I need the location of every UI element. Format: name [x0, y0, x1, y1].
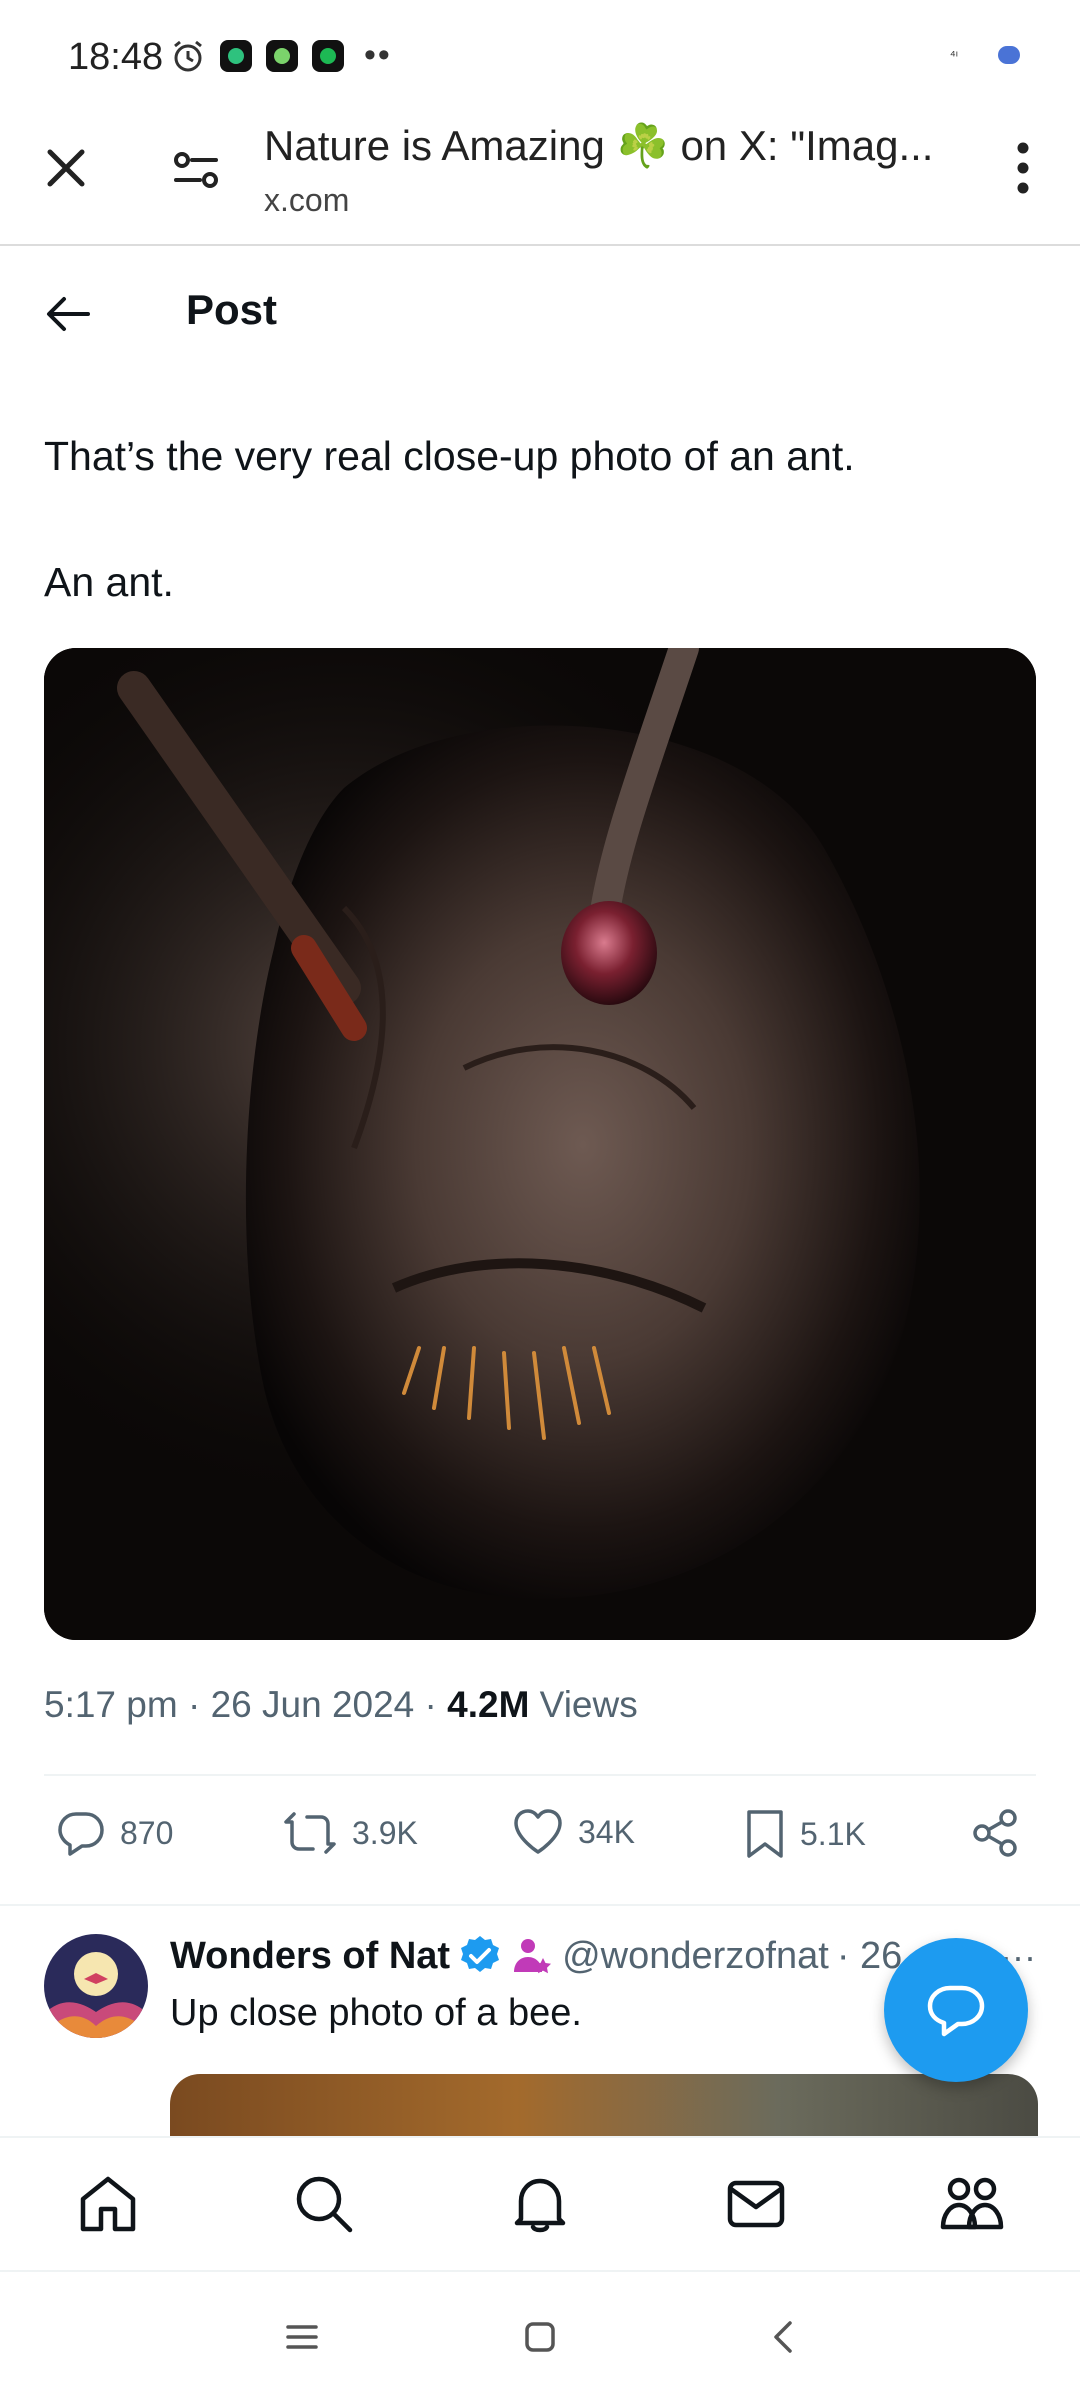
reply-author-name[interactable]: Wonders of Nat — [170, 1935, 450, 1978]
compose-reply-button[interactable] — [884, 1938, 1028, 2082]
chat-bubble-icon — [927, 1985, 985, 2037]
reply-image[interactable] — [170, 2074, 1038, 2136]
bookmark-icon — [747, 1810, 783, 1858]
arrow-left-icon — [47, 297, 90, 331]
like-button[interactable]: 34K — [512, 1808, 635, 1856]
back-nav-button[interactable] — [752, 2312, 812, 2362]
views-label: Views — [529, 1684, 638, 1725]
share-icon — [973, 1809, 1017, 1857]
repost-button[interactable]: 3.9K — [282, 1808, 418, 1858]
like-count: 34K — [578, 1813, 635, 1850]
status-bar: 18:48 •• ⁴ᶦ — [0, 0, 1080, 110]
back-button[interactable] — [40, 286, 96, 342]
nav-messages[interactable] — [720, 2168, 792, 2240]
nav-home[interactable] — [72, 2168, 144, 2240]
recents-icon — [286, 2325, 318, 2349]
repost-count: 3.9K — [352, 1814, 418, 1851]
page-url[interactable]: x.com — [264, 182, 349, 219]
nav-notifications[interactable] — [504, 2168, 576, 2240]
status-icons: •• — [170, 36, 392, 75]
close-button[interactable] — [36, 138, 96, 198]
notifications-icon — [514, 2178, 566, 2233]
divider — [44, 1774, 1036, 1776]
alarm-icon — [170, 38, 206, 74]
status-right: ⁴ᶦ — [950, 46, 1020, 64]
tweet-image[interactable] — [44, 648, 1036, 1640]
repost-icon — [284, 1812, 336, 1854]
bookmark-button[interactable]: 5.1K — [744, 1808, 866, 1860]
reply-header: Wonders of Nat @wonderzofnat · 26 — [170, 1934, 902, 1978]
home-icon — [80, 2176, 136, 2232]
tweet-actions: 870 3.9K 34K 5.1K — [0, 1790, 1080, 1890]
more-menu-button[interactable] — [998, 138, 1048, 198]
ant-photo — [44, 648, 1036, 1640]
page-title[interactable]: Nature is Amazing ☘️ on X: "Imag... — [264, 122, 964, 171]
heart-icon — [514, 1809, 562, 1854]
app-icon — [220, 39, 252, 72]
close-icon — [47, 149, 85, 187]
search-icon — [296, 2176, 353, 2233]
tweet-text-line: That’s the very real close-up photo of a… — [44, 433, 855, 479]
communities-icon — [940, 2177, 1004, 2230]
tune-icon — [174, 152, 218, 188]
reply-count: 870 — [120, 1814, 174, 1851]
app-icon — [266, 39, 298, 72]
recents-button[interactable] — [272, 2312, 332, 2362]
avatar-image — [44, 1934, 148, 2038]
reply-time: · 26 — [836, 1934, 903, 1977]
signal-icon: ⁴ᶦ — [949, 47, 958, 63]
home-button[interactable] — [510, 2312, 570, 2362]
tweet-text-line: An ant. — [44, 559, 174, 605]
overflow-dots: •• — [364, 36, 392, 74]
spotify-icon — [312, 39, 344, 72]
tweet-text: That’s the very real close-up photo of a… — [44, 428, 1034, 680]
verified-icon — [461, 1936, 500, 1972]
home-button-icon — [525, 2322, 555, 2352]
system-nav-bar — [0, 2270, 1080, 2400]
tweet-timestamp: 5:17 pm · 26 Jun 2024 · 4.2M Views — [44, 1684, 638, 1726]
views-count[interactable]: 4.2M — [447, 1684, 529, 1725]
bottom-nav — [0, 2136, 1080, 2270]
browser-toolbar: Nature is Amazing ☘️ on X: "Imag... x.co… — [0, 110, 1080, 246]
post-title: Post — [186, 286, 278, 333]
nav-communities[interactable] — [936, 2168, 1008, 2240]
back-icon — [774, 2321, 792, 2353]
bookmark-count: 5.1K — [800, 1815, 866, 1852]
site-settings-button[interactable] — [166, 140, 226, 200]
more-vert-icon — [1017, 142, 1029, 194]
share-button[interactable] — [970, 1808, 1020, 1858]
reply-text: Up close photo of a bee. — [170, 1992, 582, 2034]
post-header: Post — [0, 246, 1080, 376]
status-time: 18:48 — [68, 36, 164, 78]
messages-icon — [727, 2180, 785, 2228]
nav-search[interactable] — [288, 2168, 360, 2240]
reply-author-handle: @wonderzofnat — [562, 1934, 829, 1977]
tweet-time: 5:17 pm · 26 Jun 2024 · — [44, 1684, 448, 1725]
battery-icon — [998, 46, 1020, 64]
reply-button[interactable]: 870 — [56, 1808, 173, 1858]
avatar[interactable] — [44, 1934, 148, 2038]
affiliate-badge-icon — [514, 1939, 552, 1974]
reply-icon — [58, 1812, 104, 1856]
